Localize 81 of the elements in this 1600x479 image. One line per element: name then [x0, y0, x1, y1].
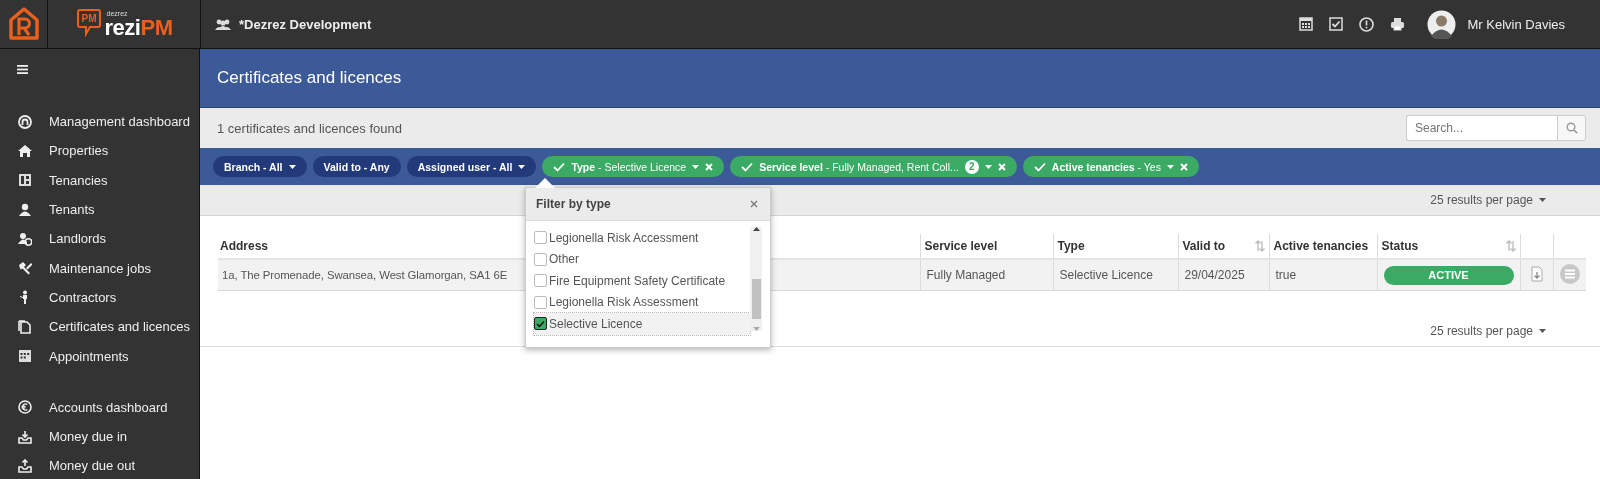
checkbox[interactable] — [534, 231, 547, 245]
sidebar-item[interactable]: Properties — [0, 136, 199, 166]
document-icon — [18, 319, 32, 334]
alert-icon[interactable] — [1359, 16, 1375, 32]
scrollbar[interactable] — [750, 227, 762, 331]
filter-chip[interactable]: Branch - All — [213, 156, 307, 177]
logo-badge-text: PM — [81, 13, 97, 24]
dashboard-gauge-icon — [18, 114, 32, 129]
house-icon — [18, 143, 32, 158]
popover-title: Filter by type — [536, 197, 611, 211]
download-document-icon[interactable] — [1530, 265, 1543, 282]
menu-icon[interactable] — [17, 65, 28, 74]
search-field[interactable]: Search... — [1406, 115, 1557, 141]
caret-icon — [1166, 164, 1174, 169]
checkbox-option[interactable]: Legionella Risk Assessment — [534, 291, 750, 313]
scrollbar-thumb[interactable] — [752, 279, 761, 319]
sidebar-item[interactable]: Appointments — [0, 341, 199, 371]
sidebar-item[interactable]: Landlords — [0, 224, 199, 254]
user-name[interactable]: Mr Kelvin Davies — [1467, 16, 1565, 32]
sort-icon — [1505, 240, 1516, 252]
house-logo-icon — [8, 7, 39, 41]
table-cell: Selective Licence — [1053, 259, 1178, 291]
checkbox-option[interactable]: Selective Licence — [534, 313, 750, 335]
checkbox[interactable] — [534, 252, 547, 266]
check-icon — [536, 319, 545, 328]
sidebar-item[interactable]: Maintenance jobs — [0, 253, 199, 283]
sidebar-item[interactable]: Certificates and licences — [0, 312, 199, 342]
printer-icon[interactable] — [1390, 17, 1406, 31]
search-button[interactable] — [1557, 115, 1586, 141]
euro-icon — [18, 400, 32, 415]
checkbox-option[interactable]: Fire Equipment Safety Certificate — [534, 270, 750, 292]
landlord-icon — [18, 231, 32, 246]
page-size-dropdown[interactable]: 25 results per page — [1430, 193, 1546, 207]
sidebar-item[interactable]: Money due in — [0, 421, 199, 452]
results-count: 1 certificates and licences found — [217, 120, 402, 136]
table-cell: Fully Managed — [920, 259, 1053, 291]
sidebar-item[interactable]: Accounts dashboard — [0, 392, 199, 422]
status-badge: ACTIVE — [1383, 265, 1514, 285]
calendar-icon — [18, 349, 32, 363]
sort-icon — [1254, 240, 1265, 252]
sidebar-item[interactable]: Money due out — [0, 451, 199, 479]
building-icon — [18, 173, 32, 188]
inbox-in-icon — [18, 429, 32, 444]
checkbox[interactable] — [534, 274, 547, 288]
check-icon — [741, 161, 754, 172]
logo-wordmark: reziPM — [104, 16, 173, 39]
table-cell: 29/04/2025 — [1178, 259, 1269, 291]
sidebar-item[interactable]: Contractors — [0, 282, 199, 313]
sidebar-item[interactable]: Tenants — [0, 194, 199, 225]
menu-circle-icon[interactable] — [1559, 263, 1580, 284]
checkbox[interactable] — [534, 317, 547, 331]
checkbox[interactable] — [534, 295, 547, 309]
people-icon — [215, 18, 231, 30]
filter-chip[interactable]: Valid to - Any — [312, 156, 401, 177]
page-size-dropdown[interactable]: 25 results per page — [1430, 324, 1546, 338]
checkbox-icon[interactable] — [1329, 17, 1344, 31]
scroll-up-icon[interactable] — [752, 227, 760, 231]
tools-icon — [18, 261, 32, 276]
scroll-down-icon[interactable] — [752, 327, 760, 331]
check-icon — [1033, 161, 1046, 172]
search-icon — [1565, 122, 1578, 134]
avatar-icon[interactable] — [1427, 9, 1457, 39]
page-title: Certificates and licences — [217, 68, 402, 88]
caret-icon — [1539, 198, 1546, 202]
sidebar-item[interactable]: Tenancies — [0, 165, 199, 195]
person-icon — [18, 202, 32, 217]
caret-icon — [692, 164, 700, 169]
speech-bubble-icon — [75, 7, 102, 37]
count-badge: 2 — [964, 159, 979, 174]
table-cell: true — [1269, 259, 1377, 291]
caret-icon — [1539, 329, 1546, 333]
filter-chip[interactable]: Assigned user - All — [406, 156, 537, 177]
inbox-out-icon — [18, 458, 32, 473]
check-icon — [553, 161, 566, 172]
workspace-name[interactable]: *Dezrez Development — [239, 16, 372, 32]
caret-icon — [984, 164, 992, 169]
caret-icon — [288, 164, 296, 169]
sidebar-item[interactable]: Management dashboard — [0, 107, 199, 137]
close-icon[interactable] — [750, 200, 758, 208]
calendar-icon[interactable] — [1299, 17, 1314, 31]
caret-icon — [518, 164, 526, 169]
